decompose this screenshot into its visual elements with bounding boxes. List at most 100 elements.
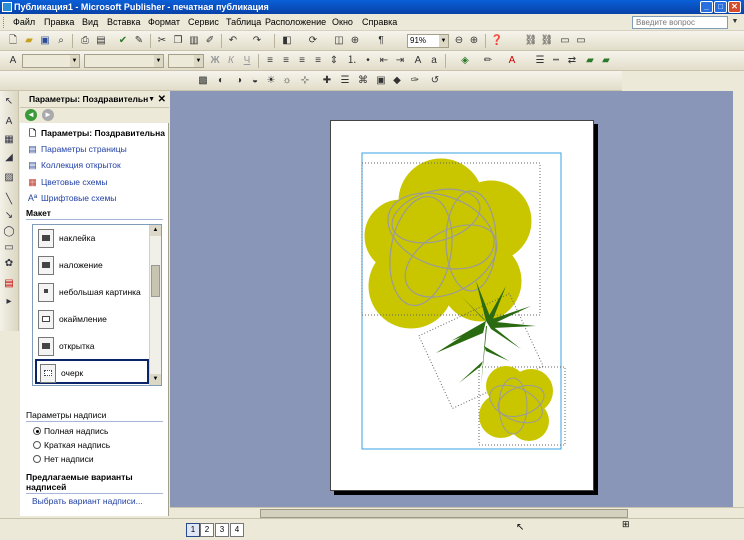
close-window-button[interactable]: ✕ <box>728 1 741 13</box>
rectangle-tool-icon[interactable]: ▭ <box>2 241 16 255</box>
3d-style-icon[interactable]: ▰ <box>599 54 613 68</box>
close-icon[interactable]: ✕ <box>158 91 166 108</box>
minimize-button[interactable]: _ <box>700 1 713 13</box>
wordart-icon[interactable]: ◢ <box>2 151 16 165</box>
publication-page[interactable] <box>330 120 594 491</box>
arrow-style-icon[interactable]: ⇄ <box>565 54 579 68</box>
oval-tool-icon[interactable]: ◯ <box>2 225 16 239</box>
more-contrast-icon[interactable]: ◑ <box>232 74 246 88</box>
list-item[interactable]: открытка <box>35 334 149 359</box>
align-right-icon[interactable]: ≡ <box>295 54 309 68</box>
print-preview-icon[interactable]: ▤ <box>94 34 108 48</box>
chevron-down-icon[interactable]: ▼ <box>439 35 448 47</box>
align-center-icon[interactable]: ≡ <box>279 54 293 68</box>
page-tab-2[interactable]: 2 <box>200 523 214 537</box>
zoom-out-icon[interactable]: ⊖ <box>452 34 466 48</box>
increase-indent-icon[interactable]: ⇥ <box>393 54 407 68</box>
spelling-icon[interactable]: ✔ <box>116 34 130 48</box>
copy-icon[interactable]: ❐ <box>171 34 185 48</box>
bullets-icon[interactable]: • <box>361 54 375 68</box>
underline-button[interactable]: Ч <box>240 54 254 68</box>
radio-button[interactable] <box>33 427 41 435</box>
scroll-thumb[interactable] <box>151 265 160 297</box>
list-item[interactable]: небольшая картинка <box>35 280 149 305</box>
text-box-prev-icon[interactable]: ▭ <box>574 34 588 48</box>
layout-scrollbar[interactable]: ▲ ▼ <box>149 225 161 385</box>
more-tools-icon[interactable]: ▸ <box>2 295 16 309</box>
line-color-icon[interactable]: ✏ <box>481 54 495 68</box>
link-color-schemes[interactable]: ▦ Цветовые схемы <box>27 176 107 189</box>
chevron-down-icon[interactable]: ▼ <box>70 55 79 67</box>
numbering-icon[interactable]: ⒈ <box>345 54 359 68</box>
forward-icon[interactable]: ► <box>42 109 54 121</box>
format-painter-icon[interactable]: ✐ <box>203 34 217 48</box>
table-icon[interactable]: ▦ <box>2 133 16 147</box>
link-font-schemes[interactable]: Aª Шрифтовые схемы <box>27 192 117 205</box>
line-tool-icon[interactable]: ╲ <box>2 193 16 207</box>
help-icon[interactable]: ❓ <box>490 34 504 48</box>
italic-button[interactable]: К <box>224 54 238 68</box>
menu-insert[interactable]: Вставка <box>107 17 140 27</box>
cut-icon[interactable]: ✂ <box>155 34 169 48</box>
autoshapes-icon[interactable]: ✿ <box>2 257 16 271</box>
justify-icon[interactable]: ≡ <box>311 54 325 68</box>
style-combo[interactable]: ▼ <box>22 54 80 68</box>
menu-window[interactable]: Окно <box>332 17 353 27</box>
crop-tool-icon[interactable]: ✚ <box>320 74 334 88</box>
ask-dropdown-icon[interactable]: ▼ <box>728 15 742 29</box>
new-icon[interactable]: 🗋 <box>6 34 20 48</box>
align-left-icon[interactable]: ≡ <box>263 54 277 68</box>
menu-edit[interactable]: Правка <box>44 17 74 27</box>
open-icon[interactable]: ▰ <box>22 34 36 48</box>
page-tab-1[interactable]: 1 <box>186 523 200 537</box>
text-box-icon[interactable]: A <box>2 115 16 129</box>
insert-picture-icon[interactable]: ▩ <box>196 74 210 88</box>
menu-view[interactable]: Вид <box>82 17 98 27</box>
line-style-icon[interactable]: ☰ <box>533 54 547 68</box>
link-page-options[interactable]: ▤ Параметры страницы <box>27 143 126 156</box>
select-arrow-icon[interactable]: ↖ <box>2 95 16 109</box>
line-spacing-icon[interactable]: ⇕ <box>327 54 341 68</box>
fill-color-icon[interactable]: ◈ <box>458 54 472 68</box>
page-tab-4[interactable]: 4 <box>230 523 244 537</box>
choose-caption-link[interactable]: Выбрать вариант надписи... <box>26 495 143 508</box>
menubar-grip[interactable] <box>3 17 6 28</box>
page-tab-3[interactable]: 3 <box>215 523 229 537</box>
set-transparent-icon[interactable]: ✑ <box>408 74 422 88</box>
radio-button[interactable] <box>33 441 41 449</box>
undo-icon[interactable]: ↶ <box>226 34 240 48</box>
menu-format[interactable]: Формат <box>148 17 180 27</box>
font-grow-icon[interactable]: A <box>411 54 425 68</box>
flower-artwork[interactable] <box>331 121 595 492</box>
special-characters-icon[interactable]: ¶ <box>374 34 388 48</box>
picture-frame-icon[interactable]: ▨ <box>2 171 16 185</box>
research-icon[interactable]: ✎ <box>132 34 146 48</box>
arrow-tool-icon[interactable]: ↘ <box>2 209 16 223</box>
reset-picture-icon[interactable]: ↺ <box>428 74 442 88</box>
line-style-picture-icon[interactable]: ☰ <box>338 74 352 88</box>
format-picture-icon[interactable]: ◆ <box>390 74 404 88</box>
compress-icon[interactable]: ⌘ <box>356 74 370 88</box>
radio-button[interactable] <box>33 455 41 463</box>
text-wrapping-icon[interactable]: ▣ <box>374 74 388 88</box>
menu-file[interactable]: Файл <box>13 17 35 27</box>
less-contrast-icon[interactable]: ◒ <box>248 74 262 88</box>
text-box-next-icon[interactable]: ▭ <box>558 34 572 48</box>
chevron-down-icon[interactable]: ▼ <box>154 55 163 67</box>
list-item[interactable]: окаймление <box>35 307 149 332</box>
ask-question-input[interactable]: Введите вопрос <box>632 16 728 29</box>
zoom-in-button-icon[interactable]: ⊕ <box>467 34 481 48</box>
vertical-scrollbar[interactable] <box>733 91 744 507</box>
color-icon[interactable]: ◐ <box>214 74 228 88</box>
link-card-gallery[interactable]: ▤ Коллекция открыток <box>27 159 120 172</box>
back-icon[interactable]: ◄ <box>25 109 37 121</box>
scroll-thumb[interactable] <box>260 509 628 518</box>
shadow-style-icon[interactable]: ▰ <box>583 54 597 68</box>
decrease-indent-icon[interactable]: ⇤ <box>377 54 391 68</box>
columns-icon[interactable]: ◫ <box>332 34 346 48</box>
list-item[interactable]: наложение <box>35 253 149 278</box>
crop-icon[interactable]: ⊹ <box>298 74 312 88</box>
less-brightness-icon[interactable]: ☼ <box>280 74 294 88</box>
redo-icon[interactable]: ↷ <box>250 34 264 48</box>
font-size-combo[interactable]: ▼ <box>168 54 204 68</box>
